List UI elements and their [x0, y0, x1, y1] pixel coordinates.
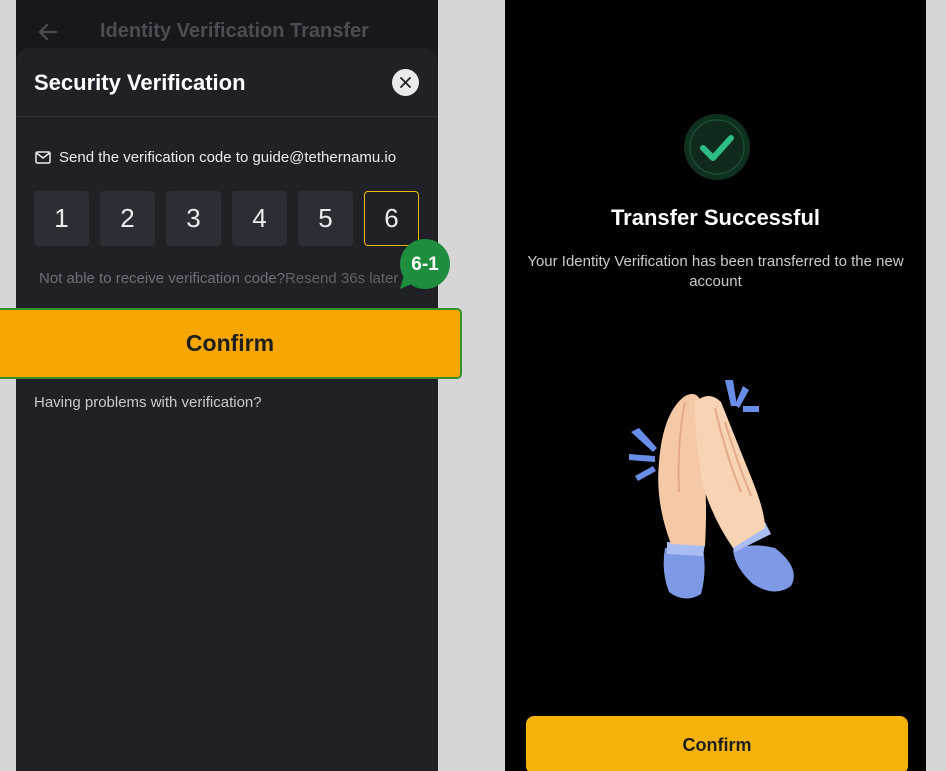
send-code-text: Send the verification code to guide@teth…: [59, 149, 397, 166]
security-verification-sheet: Security Verification Send the verificat…: [16, 48, 438, 771]
right-phone-screen: Transfer Successful Your Identity Verifi…: [505, 0, 926, 771]
resend-link[interactable]: Resend 36s later: [285, 270, 398, 287]
confirm-button[interactable]: Confirm: [0, 308, 462, 379]
success-check-icon: [684, 114, 750, 180]
close-button[interactable]: [392, 69, 419, 96]
resend-prompt: Not able to receive verification code?: [39, 270, 285, 287]
close-icon: [400, 77, 411, 88]
mail-icon: [35, 151, 51, 164]
code-digit-box-active[interactable]: 6: [364, 191, 419, 246]
code-digit-box[interactable]: 3: [166, 191, 221, 246]
step-badge: 6-1: [411, 254, 439, 275]
resend-row: Not able to receive verification code?Re…: [39, 270, 411, 287]
code-digit-box[interactable]: 4: [232, 191, 287, 246]
page-title: Identity Verification Transfer: [100, 20, 369, 42]
sheet-title: Security Verification: [34, 70, 246, 95]
code-digit-box[interactable]: 1: [34, 191, 89, 246]
back-arrow-icon[interactable]: [36, 20, 60, 44]
left-phone-screen: Identity Verification Transfer Security …: [16, 0, 438, 771]
clapping-hands-illustration: [629, 380, 794, 599]
success-description: Your Identity Verification has been tran…: [527, 253, 904, 290]
confirm-button-secondary[interactable]: Confirm: [526, 716, 908, 771]
divider: [16, 116, 438, 117]
verification-help-link[interactable]: Having problems with verification?: [34, 394, 262, 411]
success-title: Transfer Successful: [610, 205, 821, 230]
verification-code-input[interactable]: 1 2 3 4 5 6: [34, 191, 419, 246]
send-code-row: Send the verification code to guide@teth…: [35, 149, 396, 166]
code-digit-box[interactable]: 5: [298, 191, 353, 246]
code-digit-box[interactable]: 2: [100, 191, 155, 246]
